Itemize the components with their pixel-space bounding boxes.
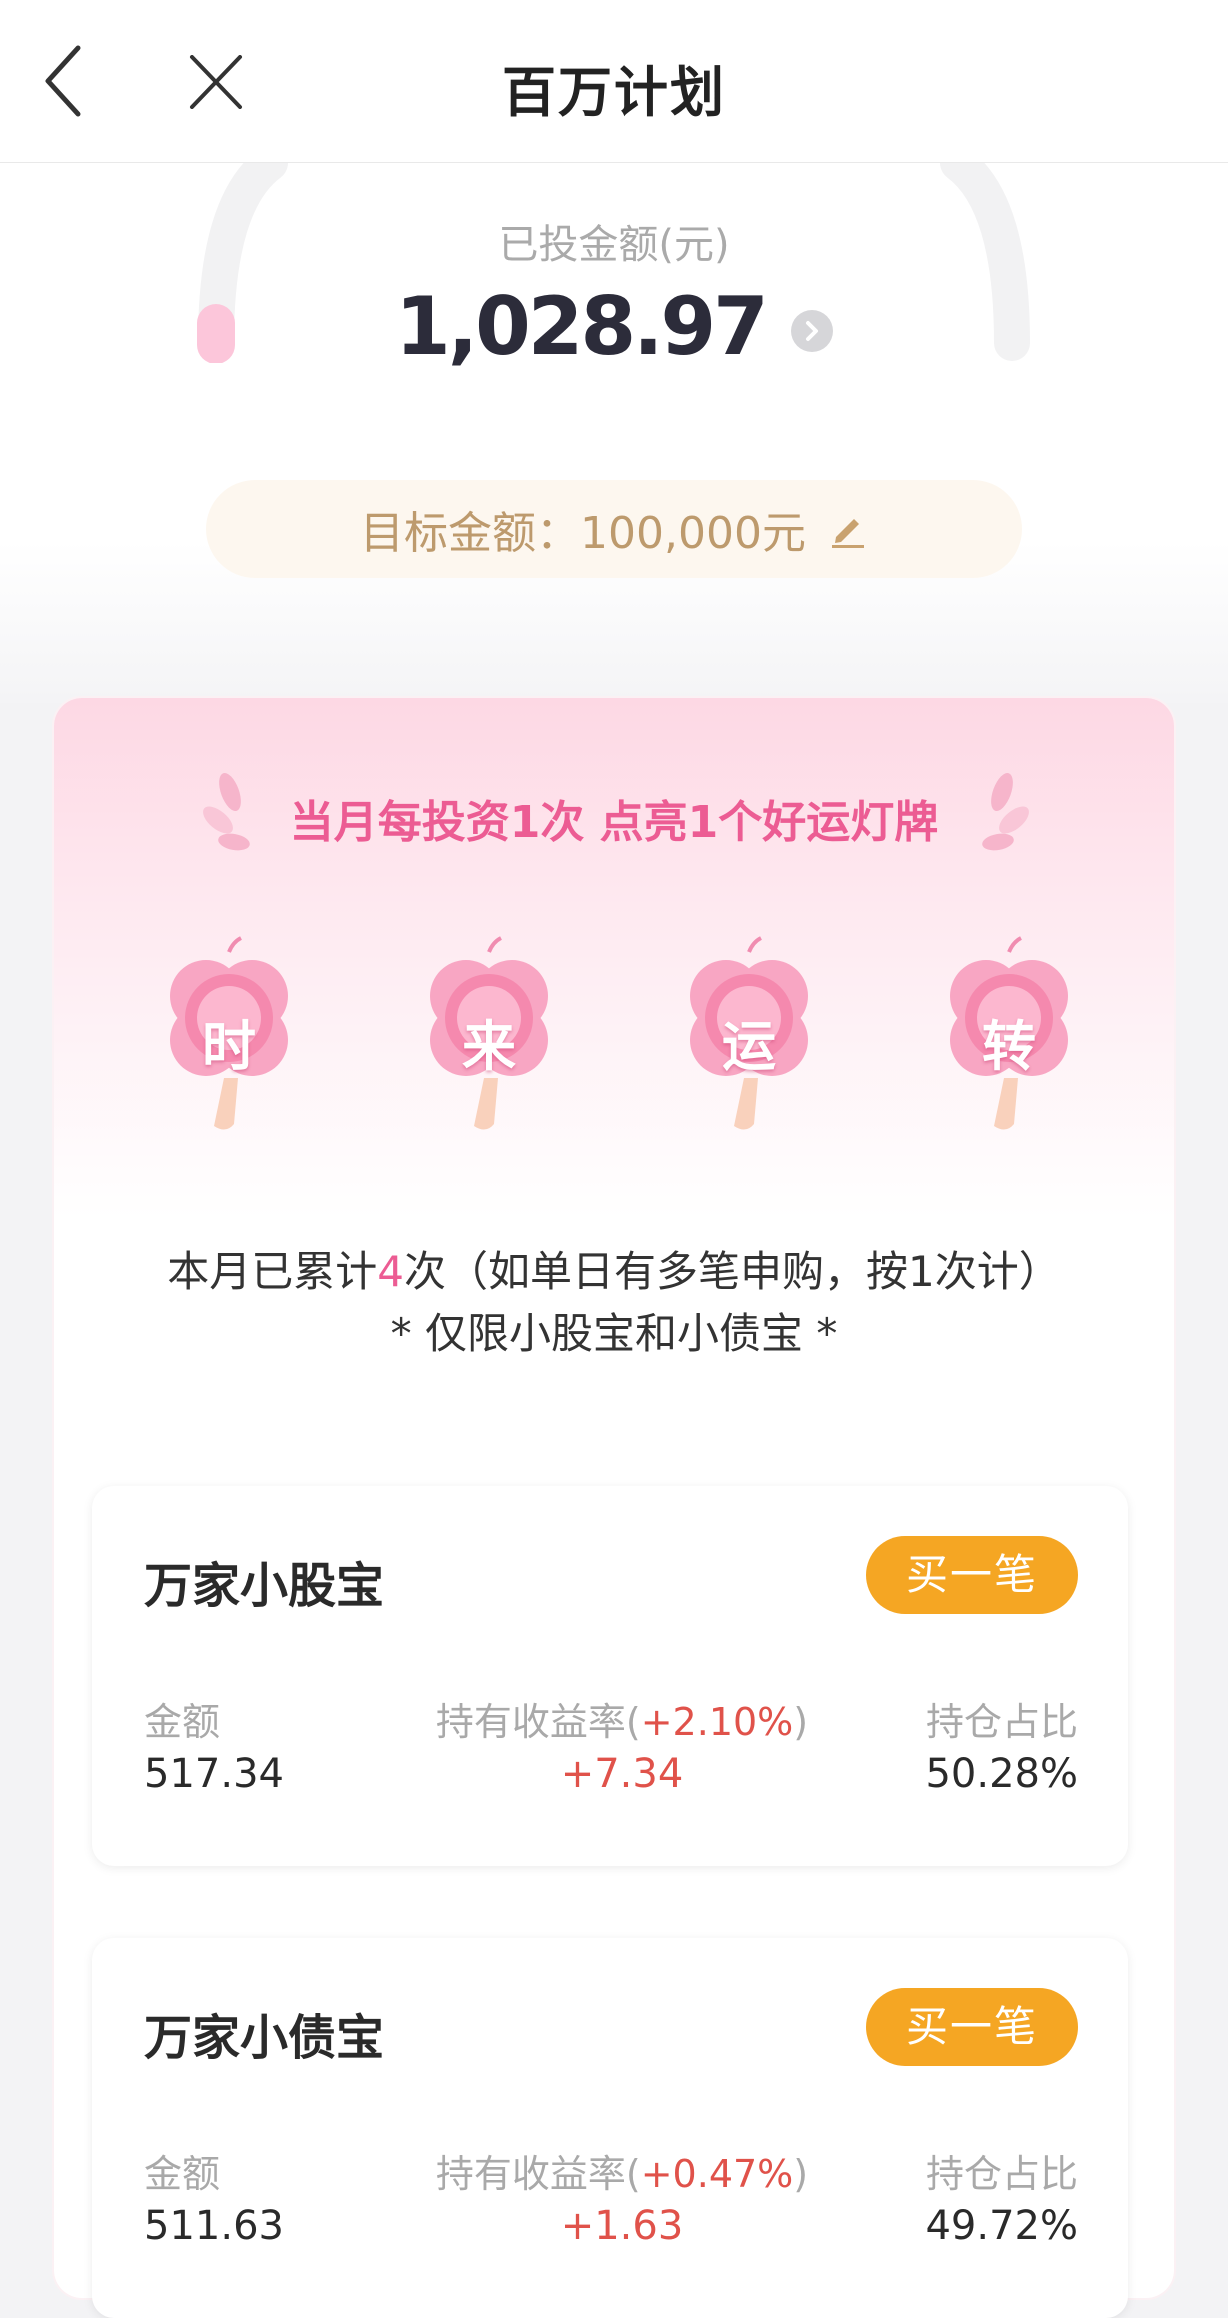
return-value: +1.63 — [560, 2203, 684, 2249]
return-label: 持有收益率(+2.10%) — [435, 1700, 809, 1744]
amount-label: 金额 — [144, 2152, 221, 2196]
fund-name: 万家小股宝 — [144, 1558, 385, 1614]
target-amount-pill[interactable]: 目标金额：100,000元 — [206, 480, 1022, 578]
return-rate: +2.10% — [640, 1700, 794, 1744]
lantern-char: 转 — [982, 1015, 1036, 1078]
fund-card-zhaibao[interactable]: 万家小债宝 买一笔 金额 持有收益率(+0.47%) 持仓占比 511.63 +… — [92, 1938, 1128, 2318]
count-prefix: 本月已累计 — [167, 1247, 378, 1296]
ratio-value: 49.72% — [925, 2203, 1078, 2249]
lantern-yun: 运 — [674, 928, 824, 1158]
return-rate: +0.47% — [640, 2152, 794, 2196]
ratio-label: 持仓占比 — [925, 1700, 1078, 1744]
lantern-char: 时 — [202, 1015, 256, 1078]
lantern-zhuan: 转 — [934, 928, 1084, 1158]
amount-label: 金额 — [144, 1700, 221, 1744]
limit-note: * 仅限小股宝和小债宝 * — [390, 1309, 838, 1358]
lantern-char: 来 — [462, 1015, 516, 1078]
chevron-right-icon[interactable] — [790, 309, 833, 352]
invested-amount-value: 1,028.97 — [395, 280, 769, 373]
return-value: +7.34 — [560, 1751, 684, 1797]
amount-value: 511.63 — [144, 2203, 284, 2249]
monthly-count-text: 本月已累计4次（如单日有多笔申购，按1次计） — [54, 1238, 1174, 1299]
invested-amount-label: 已投金额(元) — [498, 222, 730, 268]
lantern-shi: 时 — [154, 928, 304, 1158]
fund-card-gubao[interactable]: 万家小股宝 买一笔 金额 持有收益率(+2.10%) 持仓占比 517.34 +… — [92, 1486, 1128, 1866]
count-suffix: 次（如单日有多笔申购，按1次计） — [404, 1247, 1061, 1296]
edit-pencil-icon[interactable] — [828, 509, 868, 549]
return-label: 持有收益率(+0.47%) — [435, 2152, 809, 2196]
target-amount-text: 目标金额：100,000元 — [360, 508, 806, 559]
amount-value: 517.34 — [144, 1751, 284, 1797]
buy-button[interactable]: 买一笔 — [866, 1536, 1078, 1614]
ratio-value: 50.28% — [925, 1751, 1078, 1797]
ratio-label: 持仓占比 — [925, 2152, 1078, 2196]
buy-button[interactable]: 买一笔 — [866, 1988, 1078, 2066]
nav-header: 百万计划 — [0, 0, 1228, 163]
count-value: 4 — [377, 1247, 404, 1296]
laurel-leaf-icon — [982, 772, 1029, 851]
fund-name: 万家小债宝 — [144, 2010, 385, 2066]
lantern-lai: 来 — [414, 928, 564, 1158]
lantern-char: 运 — [722, 1015, 776, 1078]
lucky-lantern-card: 当月每投资1次 点亮1个好运灯牌 时 来 运 转 本月已累计4次（如单日有多笔申… — [54, 698, 1174, 2318]
page-title: 百万计划 — [502, 61, 726, 124]
lantern-row: 时 来 运 转 — [54, 928, 1174, 1168]
invested-amount-row[interactable]: 1,028.97 — [0, 280, 1228, 380]
